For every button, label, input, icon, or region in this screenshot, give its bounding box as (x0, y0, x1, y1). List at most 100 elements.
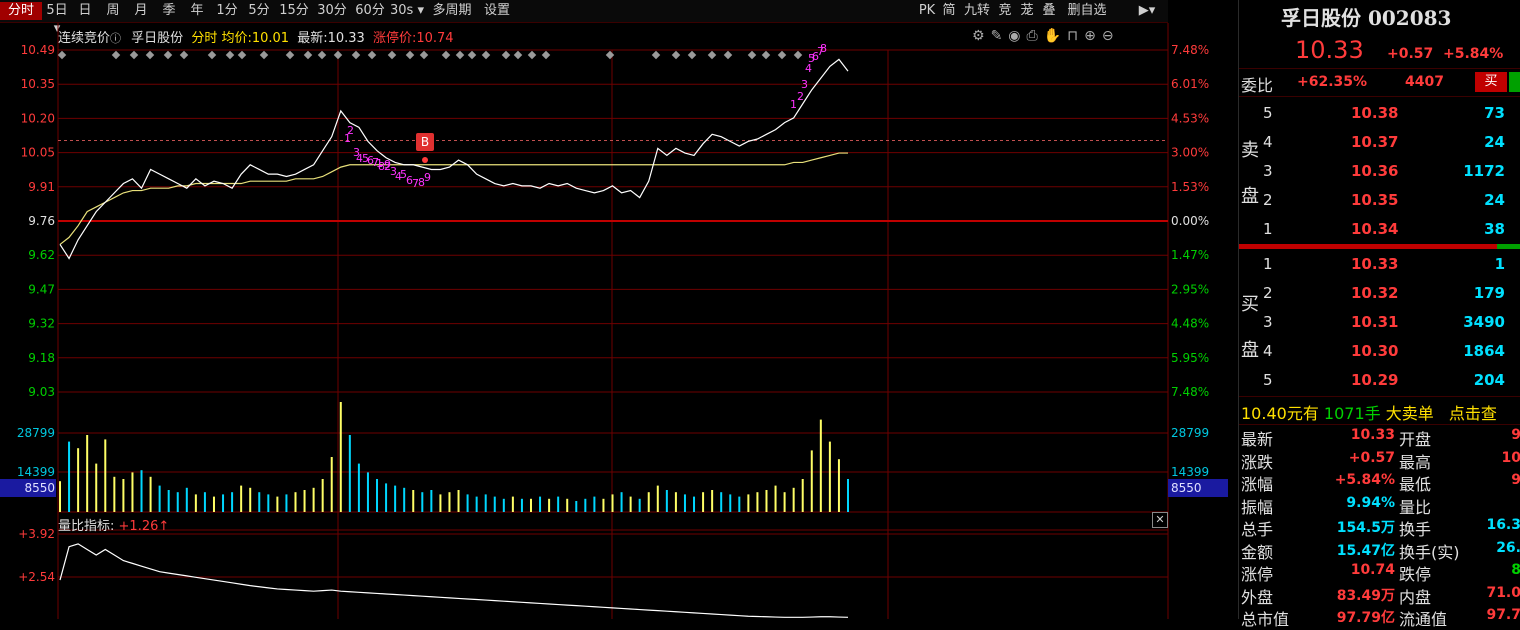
signal-right-2: 3 (801, 78, 808, 91)
price-change: +0.57 (1387, 46, 1434, 62)
lock-icon[interactable]: ⊓ (1067, 28, 1084, 44)
price-axis: 10.49 7.48% 10.35 6.01% 10.20 4.53% 10.05 3.00%… (0, 43, 1228, 497)
diamond-16 (387, 50, 397, 60)
tab-6[interactable]: 季 (156, 2, 182, 20)
expand-icon[interactable]: ▶▾ (1128, 2, 1166, 20)
diamond-26 (541, 50, 551, 60)
tool-4[interactable]: 竞 (995, 2, 1015, 20)
diamond-34 (761, 50, 771, 60)
bid-price-3: 10.31 (1351, 313, 1399, 331)
stat-value-9: 97.79亿 (1336, 610, 1395, 626)
pen-icon[interactable]: ✎ (991, 28, 1009, 44)
volume-bar-69 (683, 494, 686, 512)
ask-level-1: 5 (1263, 104, 1273, 122)
stat-label-7: 涨停 (1241, 565, 1274, 584)
volume-bar-18 (222, 494, 225, 512)
stat-value-2: +0.57 (1348, 449, 1395, 466)
volume-bar-81 (792, 487, 795, 512)
tab-1[interactable]: 分时 (0, 2, 42, 20)
tab-8[interactable]: 1分 (212, 2, 242, 20)
bid-vol-3: 3490 (1463, 313, 1505, 331)
tab-4[interactable]: 周 (100, 2, 126, 20)
volume-bar-66 (656, 485, 659, 512)
ask-vol-5: 38 (1484, 220, 1505, 238)
big-order-link[interactable]: 点击查 (1449, 404, 1497, 423)
tab-3[interactable]: 日 (72, 2, 98, 20)
eye-icon[interactable]: ◉ (1008, 28, 1026, 44)
volume-bar-58 (584, 498, 587, 512)
settings-icon[interactable]: ⚙ (972, 28, 991, 44)
pct-tick-3: 3.00% (1171, 146, 1209, 160)
stat-value2-7: 8 (1511, 562, 1520, 578)
tab-10[interactable]: 15分 (276, 2, 312, 20)
tab-12[interactable]: 60分 (352, 2, 388, 20)
volume-bar-19 (231, 492, 234, 512)
tab-11[interactable]: 30分 (314, 2, 350, 20)
volume-bar-79 (774, 485, 777, 512)
volume-bar-74 (729, 494, 732, 512)
close-icon[interactable]: ✕ (1152, 512, 1168, 528)
stat-label-8: 外盘 (1241, 587, 1274, 607)
volume-ratio-indicator: +3.92 +2.54 (18, 527, 849, 618)
volume-bar-85 (828, 441, 831, 512)
pct-tick-9: 5.95% (1171, 351, 1209, 365)
ask-vol-4: 24 (1484, 191, 1505, 209)
volume-bar-77 (756, 492, 759, 512)
tab-13[interactable]: 30s ▾ (390, 2, 424, 20)
intraday-chart[interactable]: 10.49 7.48% 10.35 6.01% 10.20 4.53% 10.05 3.00%… (0, 23, 1238, 619)
diamond-10 (285, 50, 295, 60)
volume-bar-68 (674, 492, 677, 512)
price-tick-5: 9.76 (28, 214, 55, 228)
ask-price-5: 10.34 (1351, 220, 1399, 238)
pct-tick-1: 6.01% (1171, 77, 1209, 91)
diamond-22 (481, 50, 491, 60)
volume-bar-47 (484, 494, 487, 512)
volume-bar-72 (711, 490, 714, 512)
bid-level-4: 4 (1263, 342, 1273, 360)
tool-1[interactable]: PK (917, 2, 937, 20)
diamond-21 (467, 50, 477, 60)
volume-bar-67 (665, 490, 668, 512)
stock-title: 孚日股份 002083 (1281, 6, 1452, 30)
volume-bar-23 (267, 494, 270, 512)
tool-5[interactable]: 茏 (1017, 2, 1037, 20)
zoom-in-icon[interactable]: ⊕ (1084, 28, 1102, 44)
buy-marker-dot (422, 157, 428, 163)
diamond-33 (747, 50, 757, 60)
diamond-20 (455, 50, 465, 60)
tool-7[interactable]: 删自选 (1061, 2, 1113, 20)
signal-left-9: 1 (376, 157, 383, 170)
tool-2[interactable]: 简 (939, 2, 959, 20)
diamond-2 (129, 50, 139, 60)
diamond-36 (793, 50, 803, 60)
tab-15[interactable]: 设置 (480, 2, 514, 20)
tab-14[interactable]: 多周期 (426, 2, 478, 20)
pct-tick-8: 4.48% (1171, 317, 1209, 331)
tool-6[interactable]: 叠 (1039, 2, 1059, 20)
stat-label2-5: 换手 (1399, 520, 1432, 539)
price-tick-1: 10.35 (21, 77, 55, 91)
tab-9[interactable]: 5分 (244, 2, 274, 20)
volume-bar-8 (131, 472, 134, 512)
stat-value-5: 154.5万 (1336, 520, 1395, 536)
diamond-15 (367, 50, 377, 60)
diamond-25 (527, 50, 537, 60)
volume-bar-78 (765, 490, 768, 512)
tab-7[interactable]: 年 (184, 2, 210, 20)
stat-value2-9: 97.7 (1486, 607, 1520, 623)
bid-price-5: 10.29 (1351, 371, 1399, 389)
tool-3[interactable]: 九转 (961, 2, 993, 20)
buy-marker[interactable]: B (416, 133, 434, 151)
stat-value-7: 10.74 (1350, 562, 1395, 578)
big-order-banner[interactable]: 10.40元有 1071手 大卖单 点击查 (1241, 400, 1497, 424)
hand-icon[interactable]: ✋ (1044, 28, 1067, 44)
tab-2[interactable]: 5日 ▾ (44, 2, 70, 36)
volume-bar-16 (203, 492, 206, 512)
info-icon[interactable]: ⓘ (110, 32, 121, 45)
tab-5[interactable]: 月 (128, 2, 154, 20)
big-order-text2: 大卖单 (1385, 404, 1434, 423)
print-icon[interactable]: ⎙ (1027, 28, 1044, 44)
buy-button[interactable]: 买 (1475, 72, 1507, 92)
zoom-out-icon[interactable]: ⊖ (1102, 28, 1120, 44)
bid-level-5: 5 (1263, 371, 1273, 389)
